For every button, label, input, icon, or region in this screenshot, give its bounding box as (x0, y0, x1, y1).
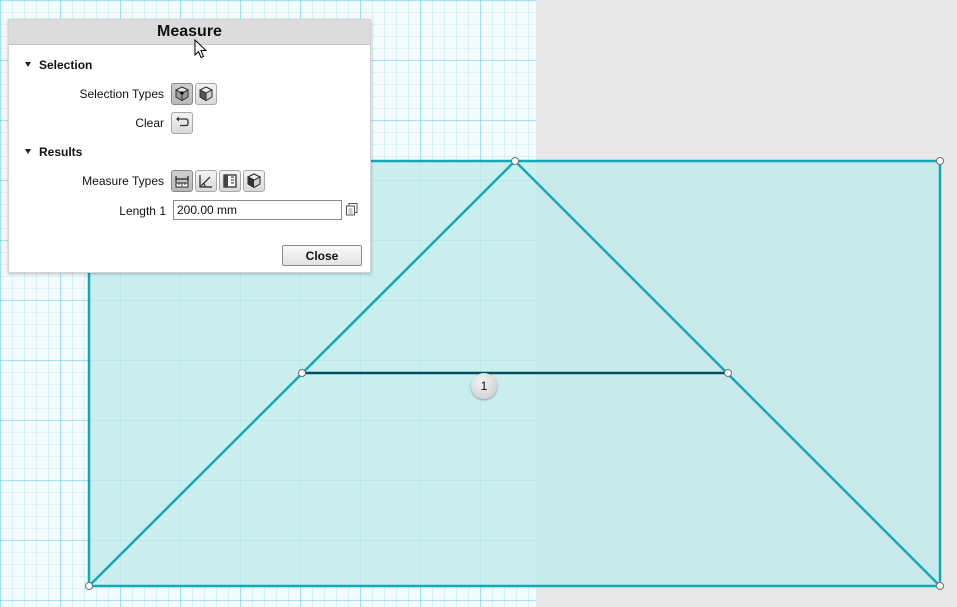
measure-volume-button[interactable] (243, 170, 265, 192)
collapse-triangle-icon (25, 149, 31, 155)
vertex-handle-icon[interactable] (511, 157, 519, 165)
ruler-distance-icon (175, 176, 189, 188)
close-button[interactable]: Close (282, 245, 362, 266)
vertex-handle-icon[interactable] (724, 369, 732, 377)
length-value-field[interactable] (173, 200, 342, 220)
vertex-handle-icon[interactable] (936, 157, 944, 165)
measure-distance-button[interactable] (171, 170, 193, 192)
selection-section-header[interactable]: Selection (25, 58, 92, 72)
vertex-handle-icon[interactable] (936, 582, 944, 590)
select-face-button[interactable] (195, 83, 217, 105)
results-section-label: Results (39, 145, 83, 159)
cube-vertex-icon (174, 86, 190, 102)
selection-types-label: Selection Types (79, 87, 165, 101)
panel-title: Measure (9, 20, 370, 45)
undo-arrow-icon (176, 116, 189, 127)
vertex-handle-icon[interactable] (298, 369, 306, 377)
measure-panel: Measure Selection Selection Types Clear … (8, 19, 371, 273)
angle-icon (199, 175, 212, 188)
volume-cube-icon (246, 173, 262, 189)
copy-icon[interactable] (346, 203, 358, 221)
collapse-triangle-icon (25, 62, 31, 68)
length-label: Length 1 (119, 204, 166, 218)
dimension-marker-badge[interactable]: 1 (471, 373, 497, 399)
results-section-header[interactable]: Results (25, 145, 82, 159)
clear-button[interactable] (171, 112, 193, 134)
area-ruler-icon (223, 174, 237, 188)
mouse-cursor-icon (194, 39, 207, 59)
measure-area-button[interactable] (219, 170, 241, 192)
clear-label: Clear (135, 116, 164, 130)
select-vertex-button[interactable] (171, 83, 193, 105)
measure-angle-button[interactable] (195, 170, 217, 192)
measure-types-label: Measure Types (82, 174, 164, 188)
cube-face-icon (198, 86, 214, 102)
vertex-handle-icon[interactable] (85, 582, 93, 590)
selection-section-label: Selection (39, 58, 93, 72)
